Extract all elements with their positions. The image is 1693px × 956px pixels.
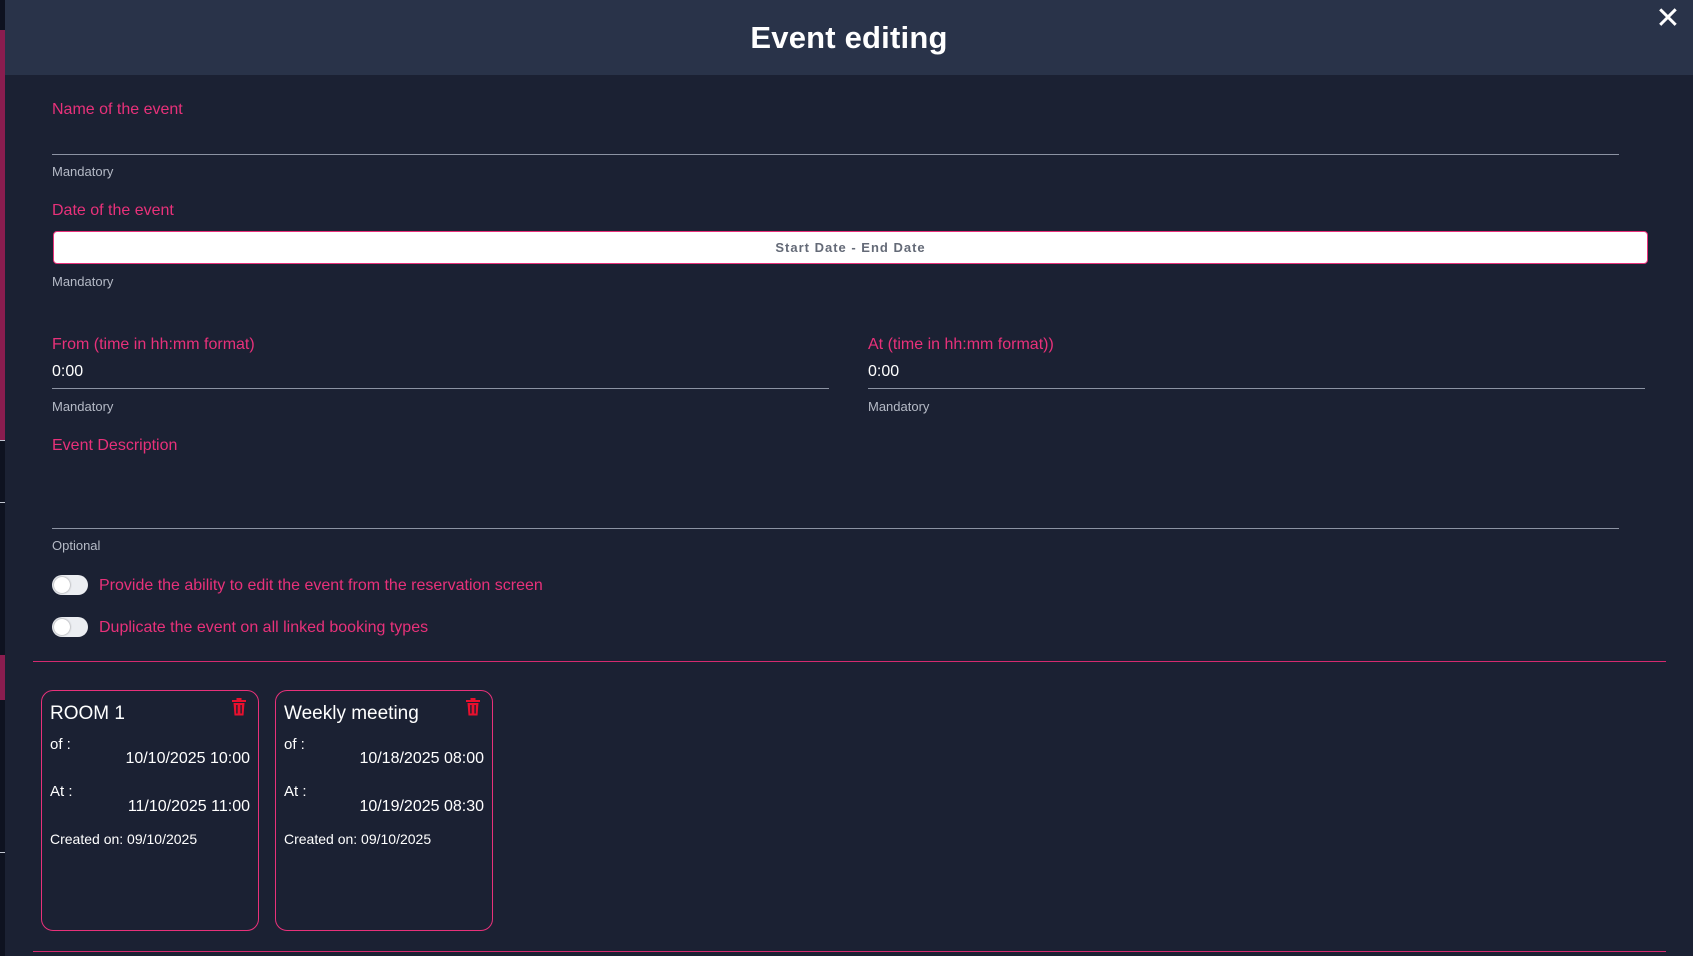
description-hint: Optional [52, 538, 101, 553]
event-editing-dialog: Event editing ✕ Name of the event Mandat… [0, 0, 1693, 956]
trash-icon[interactable] [465, 698, 481, 716]
toggle-knob [54, 577, 70, 593]
from-time-input[interactable]: 0:00 [52, 363, 83, 381]
from-time-label: From (time in hh:mm format) [52, 336, 255, 353]
event-card[interactable]: ROOM 1 of : 10/10/2025 10:00 At : 11/10/… [41, 690, 259, 931]
edit-from-reservation-label: Provide the ability to edit the event fr… [99, 577, 543, 594]
close-icon[interactable]: ✕ [1651, 2, 1685, 36]
dialog-header: Event editing ✕ [5, 0, 1693, 75]
at-time-label: At (time in hh:mm format)) [868, 336, 1054, 353]
event-card-title: ROOM 1 [50, 703, 125, 724]
background-edge [0, 0, 5, 956]
duplicate-event-toggle[interactable] [52, 617, 88, 637]
at-time-input[interactable]: 0:00 [868, 363, 899, 381]
event-name-label: Name of the event [52, 101, 183, 118]
dialog-title: Event editing [750, 19, 948, 55]
trash-icon[interactable] [231, 698, 247, 716]
event-name-hint: Mandatory [52, 164, 114, 179]
event-card-created: Created on: 09/10/2025 [50, 831, 198, 847]
from-time-underline [52, 388, 829, 389]
event-card-start: 10/18/2025 08:00 [359, 750, 484, 767]
event-card-end: 10/19/2025 08:30 [359, 798, 484, 815]
description-input[interactable] [52, 470, 1619, 526]
event-date-label: Date of the event [52, 202, 174, 219]
event-card-at-label: At : [284, 783, 307, 800]
event-name-underline [52, 154, 1619, 155]
description-label: Event Description [52, 437, 178, 454]
section-divider [33, 951, 1666, 952]
event-card-of-label: of : [50, 736, 71, 753]
section-divider [33, 661, 1666, 662]
description-underline [52, 528, 1619, 529]
toggle-knob [54, 619, 70, 635]
from-time-hint: Mandatory [52, 399, 114, 414]
duplicate-event-label: Duplicate the event on all linked bookin… [99, 619, 429, 636]
at-time-underline [868, 388, 1645, 389]
event-card-title: Weekly meeting [284, 703, 419, 724]
event-card-of-label: of : [284, 736, 305, 753]
event-card-end: 11/10/2025 11:00 [127, 798, 250, 815]
edit-from-reservation-toggle[interactable] [52, 575, 88, 595]
event-date-hint: Mandatory [52, 274, 114, 289]
event-card-at-label: At : [50, 783, 73, 800]
event-card-start: 10/10/2025 10:00 [125, 750, 250, 767]
date-range-picker[interactable]: Start Date - End Date [53, 231, 1648, 264]
at-time-hint: Mandatory [868, 399, 930, 414]
event-card-created: Created on: 09/10/2025 [284, 831, 432, 847]
event-card[interactable]: Weekly meeting of : 10/18/2025 08:00 At … [275, 690, 493, 931]
